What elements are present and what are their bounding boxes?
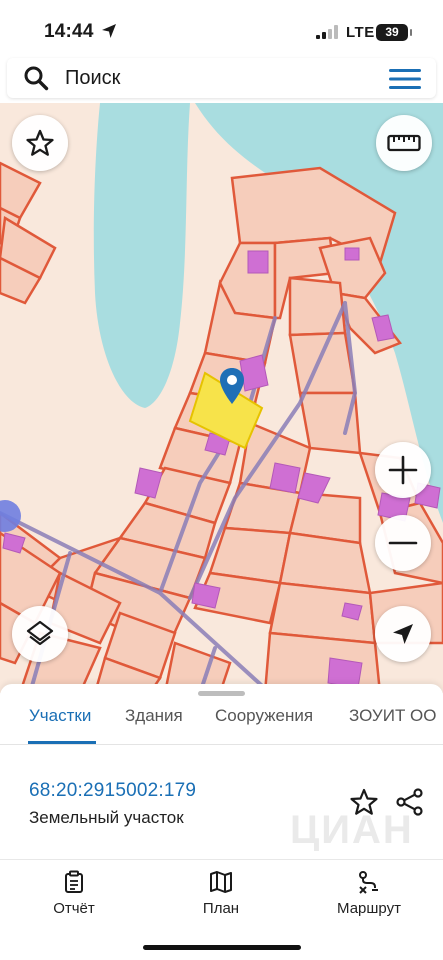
search-icon[interactable] [23, 65, 49, 91]
layers-button[interactable] [12, 606, 68, 662]
share-icon[interactable] [395, 787, 425, 817]
cadastral-map[interactable] [0, 103, 443, 693]
plus-icon [388, 455, 418, 485]
nav-route-label: Маршрут [337, 900, 401, 917]
star-icon [26, 129, 54, 156]
status-time: 14:44 [44, 21, 94, 42]
route-icon [359, 871, 378, 894]
nav-report[interactable]: Отчёт [24, 870, 124, 917]
sheet-grabber[interactable] [198, 691, 245, 696]
home-indicator[interactable] [143, 945, 301, 950]
network-type: LTE [346, 24, 375, 41]
cadastral-number[interactable]: 68:20:2915002:179 [29, 780, 196, 802]
bottom-nav: Отчёт План Маршрут [0, 860, 443, 920]
map-plan-icon [210, 871, 232, 893]
signal-icon [316, 25, 338, 39]
zoom-in-button[interactable] [375, 442, 431, 498]
tab-bar: Участки Здания Сооружения ЗОУИТ ОО [0, 700, 443, 744]
navigation-arrow-icon [393, 624, 413, 644]
locate-button[interactable] [375, 606, 431, 662]
star-icon[interactable] [349, 787, 379, 817]
nav-route[interactable]: Маршрут [319, 870, 419, 917]
tab-parcels[interactable]: Участки [29, 706, 91, 726]
nav-plan[interactable]: План [171, 870, 271, 917]
favorite-button[interactable] [12, 115, 68, 171]
tab-buildings[interactable]: Здания [125, 706, 183, 726]
battery-icon: 39 [376, 24, 412, 41]
nav-report-label: Отчёт [53, 900, 95, 917]
status-bar: 14:44 LTE 39 [0, 0, 443, 56]
tab-zouit[interactable]: ЗОУИТ ОО [349, 706, 437, 726]
search-bar[interactable] [7, 58, 436, 98]
zoom-out-button[interactable] [375, 515, 431, 571]
ruler-icon [387, 134, 421, 152]
nav-plan-label: План [202, 900, 240, 917]
layers-icon [26, 620, 54, 646]
minus-icon [388, 541, 418, 545]
location-arrow-icon [102, 24, 116, 38]
hamburger-menu-icon[interactable] [389, 67, 421, 91]
report-icon [65, 870, 83, 893]
bottom-sheet[interactable]: Участки Здания Сооружения ЗОУИТ ОО ЦИАН … [0, 684, 443, 960]
tabs-divider [0, 744, 443, 745]
tab-structures[interactable]: Сооружения [215, 706, 313, 726]
map-pin-icon [220, 368, 244, 404]
ruler-button[interactable] [376, 115, 432, 171]
search-input[interactable] [65, 64, 365, 92]
parcel-type: Земельный участок [29, 808, 184, 827]
